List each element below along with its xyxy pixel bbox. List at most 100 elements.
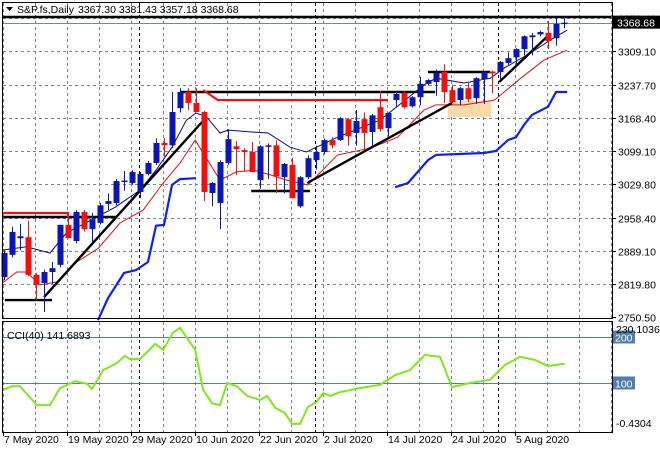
bull-candle	[385, 112, 392, 129]
bear-candle	[81, 212, 88, 230]
cci-line	[2, 326, 565, 425]
bull-candle	[169, 112, 176, 146]
bull-candle	[521, 36, 528, 50]
bull-candle	[425, 80, 432, 84]
bull-candle	[297, 177, 304, 207]
date-label: 5 Aug 2020	[516, 434, 569, 446]
ohlc-readout: 3367.30 3381.43 3357.18 3368.68	[78, 4, 239, 16]
date-label: 19 May 2020	[68, 434, 129, 446]
price-tick-label: 3168.40	[618, 114, 656, 126]
bear-candle	[161, 142, 168, 146]
bull-candle	[57, 224, 64, 265]
bull-candle	[41, 272, 48, 283]
bull-candle	[17, 236, 24, 239]
cci-min-label: -0.4304	[616, 418, 652, 430]
bear-candle	[273, 145, 280, 177]
bear-candle	[33, 274, 40, 285]
bull-candle	[97, 205, 104, 223]
bull-candle	[393, 93, 400, 101]
bear-candle	[249, 152, 256, 172]
bull-candle	[497, 62, 504, 72]
bear-candle	[449, 90, 456, 102]
bear-candle	[545, 32, 552, 42]
bull-candle	[121, 180, 128, 183]
bear-candle	[289, 164, 296, 199]
candles	[1, 16, 568, 312]
bull-candle	[89, 219, 96, 230]
price-tick-label: 3029.80	[618, 180, 656, 192]
date-label: 10 Jun 2020	[196, 434, 254, 446]
bull-candle	[265, 145, 272, 147]
date-label: 22 Jun 2020	[260, 434, 318, 446]
bear-candle	[233, 146, 240, 150]
bull-candle	[257, 146, 264, 181]
bull-candle	[513, 49, 520, 58]
price-tick-label: 3099.10	[618, 147, 656, 159]
bear-candle	[193, 102, 200, 112]
bull-candle	[209, 182, 216, 193]
bull-candle	[225, 139, 232, 163]
bull-candle	[113, 181, 120, 203]
bull-candle	[177, 92, 184, 109]
price-tick-label: 2819.80	[618, 280, 656, 292]
bear-candle	[65, 224, 72, 239]
bull-candle	[9, 232, 16, 255]
price-tick-label: 2958.40	[618, 214, 656, 226]
cci-max-label: 230.1036	[616, 324, 660, 336]
axes: 3378.403309.103237.703168.403099.103029.…	[3, 14, 660, 446]
date-label: 29 May 2020	[132, 434, 193, 446]
last-price-label: 3368.68	[617, 18, 655, 30]
bull-candle	[49, 268, 56, 272]
bear-candle	[441, 72, 448, 92]
dropdown-triangle-icon[interactable]	[6, 7, 13, 11]
price-tick-label: 3237.70	[618, 81, 656, 93]
bull-candle	[153, 142, 160, 163]
slow-ma-line	[96, 177, 197, 321]
date-label: 2 Jul 2020	[324, 434, 373, 446]
bull-candle	[537, 32, 544, 35]
bull-candle	[145, 162, 152, 174]
cci-label: CCI(40) 141.6893	[7, 330, 91, 342]
bull-candle	[105, 201, 112, 204]
bear-candle	[465, 88, 472, 100]
bull-candle	[321, 140, 328, 152]
cci-panel	[2, 326, 612, 425]
bear-candle	[241, 150, 248, 152]
bull-candle	[417, 83, 424, 98]
bear-candle	[185, 92, 192, 103]
price-tick-label: 2889.10	[618, 247, 656, 259]
bull-candle	[217, 162, 224, 203]
bull-candle	[305, 158, 312, 178]
price-chart[interactable]: 3378.403309.103237.703168.403099.103029.…	[0, 0, 660, 450]
symbol-label: S&P.fs,Daily	[17, 4, 75, 16]
bull-candle	[553, 23, 560, 39]
bull-candle	[353, 121, 360, 133]
bull-candle	[129, 172, 136, 183]
price-tick-label: 3309.10	[618, 47, 656, 59]
date-label: 14 Jul 2020	[388, 434, 442, 446]
bear-candle	[329, 140, 336, 146]
bear-candle	[401, 92, 408, 108]
date-label: 7 May 2020	[4, 434, 59, 446]
chart-header: S&P.fs,Daily 3367.30 3381.43 3357.18 336…	[6, 4, 239, 16]
bear-candle	[377, 107, 384, 130]
price-tick-label: 2750.50	[618, 313, 656, 325]
bull-candle	[369, 115, 376, 132]
cci-pane-frame	[2, 321, 613, 433]
cci-level-label: 100	[615, 379, 633, 391]
bear-candle	[489, 71, 496, 74]
date-label: 24 Jul 2020	[452, 434, 506, 446]
bull-candle	[529, 35, 536, 38]
bull-candle	[137, 173, 144, 192]
bull-candle	[313, 152, 320, 161]
bull-candle	[281, 163, 288, 178]
bull-candle	[561, 22, 568, 25]
bull-candle	[473, 78, 480, 99]
bear-candle	[361, 119, 368, 133]
bear-candle	[201, 112, 208, 192]
bear-candle	[345, 119, 352, 137]
bull-candle	[505, 58, 512, 63]
bull-candle	[481, 72, 488, 80]
bull-candle	[337, 118, 344, 141]
bull-candle	[409, 97, 416, 107]
